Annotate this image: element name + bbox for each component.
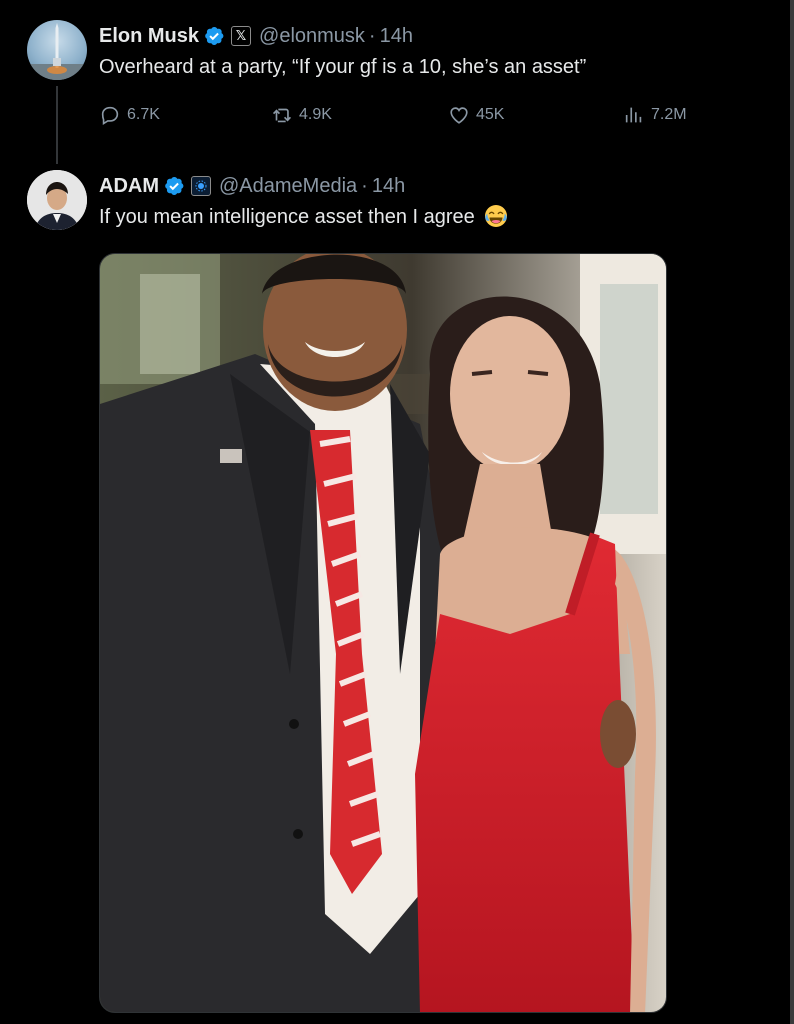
display-name[interactable]: Elon Musk	[99, 25, 199, 48]
view-count: 7.2M	[651, 106, 687, 123]
tweet-body: Elon Musk 𝕏 @elonmusk · 14h Overheard at…	[99, 22, 770, 81]
action-bar: 6.7K 4.9K 45K 7.2M	[99, 104, 699, 134]
reply-icon	[101, 106, 119, 126]
verified-badge-icon[interactable]	[203, 25, 225, 47]
photo-illustration	[100, 254, 666, 1012]
verified-badge-icon[interactable]	[163, 175, 185, 197]
tweet-text: If you mean intelligence asset then I ag…	[99, 206, 475, 228]
views-icon	[625, 107, 642, 123]
repost-icon	[272, 108, 292, 123]
views-button[interactable]: 7.2M	[623, 104, 687, 126]
reply-button[interactable]: 6.7K	[99, 104, 160, 126]
tweet-text: Overheard at a party, “If your gf is a 1…	[99, 56, 587, 78]
like-icon	[450, 107, 468, 124]
like-button[interactable]: 45K	[448, 104, 504, 126]
tweet-header: ADAM @AdameMedia · 14h	[99, 172, 770, 200]
tweet-photo[interactable]	[99, 253, 667, 1013]
tweet-header: Elon Musk 𝕏 @elonmusk · 14h	[99, 22, 770, 50]
repost-count: 4.9K	[299, 106, 332, 123]
x-affiliate-badge-icon[interactable]: 𝕏	[231, 26, 252, 46]
avatar-elon[interactable]	[27, 20, 87, 80]
separator-dot: ·	[368, 24, 376, 47]
display-name[interactable]: ADAM	[99, 175, 159, 198]
tweet-text-line: If you mean intelligence asset then I ag…	[99, 203, 770, 231]
avatar-adam[interactable]	[27, 170, 87, 230]
tweet-body: ADAM @AdameMedia · 14h If you mean intel…	[99, 172, 770, 231]
tweet-adam[interactable]: ADAM @AdameMedia · 14h If you mean intel…	[0, 170, 790, 1024]
affiliate-badge-icon[interactable]	[191, 176, 211, 196]
timestamp[interactable]: 14h	[380, 25, 413, 48]
tears-of-joy-emoji-icon	[485, 205, 508, 227]
repost-button[interactable]: 4.9K	[271, 104, 332, 126]
handle[interactable]: @elonmusk	[259, 25, 365, 48]
reply-count: 6.7K	[127, 106, 160, 123]
thread-connector	[56, 86, 58, 164]
handle[interactable]: @AdameMedia	[219, 175, 357, 198]
tweet-elon[interactable]: Elon Musk 𝕏 @elonmusk · 14h Overheard at…	[0, 0, 790, 170]
timestamp[interactable]: 14h	[372, 175, 405, 198]
separator-dot: ·	[361, 174, 368, 197]
like-count: 45K	[476, 106, 505, 123]
window-edge	[790, 0, 794, 1024]
